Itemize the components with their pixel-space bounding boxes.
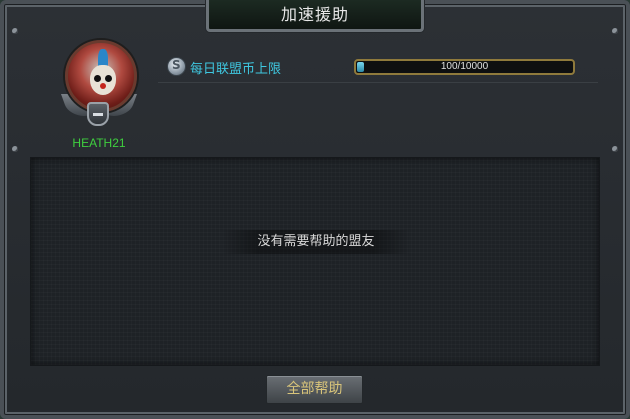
bolt-icon — [612, 28, 618, 34]
player-avatar[interactable] — [60, 40, 138, 136]
bolt-icon — [612, 146, 618, 152]
bolt-icon — [12, 146, 18, 152]
bolt-icon — [12, 28, 18, 34]
daily-coin-progress-bar: 100/10000 — [354, 59, 575, 75]
alliance-coin-icon — [167, 57, 186, 76]
rank-badge-icon — [87, 102, 109, 126]
progress-value: 100/10000 — [440, 61, 489, 72]
empty-state-text: 没有需要帮助的盟友 — [257, 234, 375, 249]
help-all-button[interactable]: 全部帮助 — [266, 375, 363, 404]
divider — [158, 82, 598, 83]
player-name: HEATH21 — [72, 136, 126, 150]
empty-state: 没有需要帮助的盟友 — [221, 230, 411, 254]
window-title: 加速援助 — [206, 0, 424, 32]
ally-help-list[interactable]: 没有需要帮助的盟友 — [30, 157, 600, 366]
daily-coin-limit-label: 每日联盟币上限 — [190, 62, 282, 77]
